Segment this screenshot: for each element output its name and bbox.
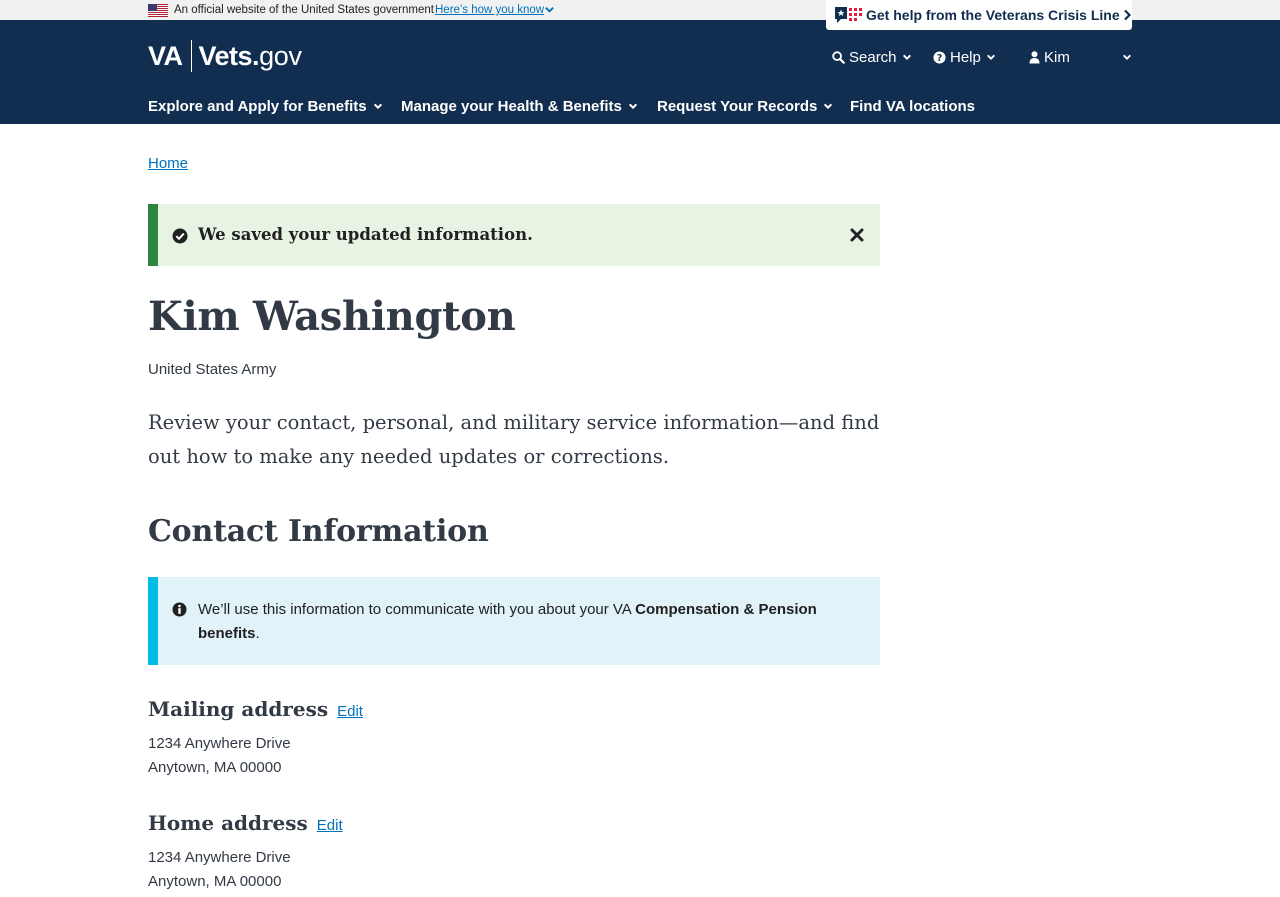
mailing-address-header: Mailing address Edit <box>148 697 363 721</box>
mailing-address: 1234 Anywhere Drive Anytown, MA 00000 <box>148 732 291 780</box>
home-address: 1234 Anywhere Drive Anytown, MA 00000 <box>148 846 291 894</box>
veterans-crisis-line-button[interactable]: Get help from the Veterans Crisis Line <box>826 0 1132 30</box>
logo-vets: Vets. <box>198 40 260 71</box>
mailing-address-title: Mailing address <box>148 697 329 721</box>
profile-intro: Review your contact, personal, and milit… <box>148 411 880 468</box>
mailing-address-line1: 1234 Anywhere Drive <box>148 735 291 752</box>
search-label: Search <box>849 48 897 66</box>
nav-manage-health-benefits[interactable]: Manage your Health & Benefits <box>401 96 638 116</box>
user-name: Kim <box>1044 48 1070 66</box>
chevron-down-icon <box>824 103 833 110</box>
logo-divider <box>190 40 192 72</box>
crisis-line-icon <box>835 7 862 23</box>
svg-text:?: ? <box>937 52 942 63</box>
contact-information-heading: Contact Information <box>148 514 489 549</box>
home-address-header: Home address Edit <box>148 811 343 835</box>
info-text-after: . <box>255 625 260 642</box>
edit-mailing-address-link[interactable]: Edit <box>337 703 363 720</box>
nav-manage-label: Manage your Health & Benefits <box>401 97 622 115</box>
va-vets-gov-logo[interactable]: VA Vets. gov <box>148 39 302 73</box>
search-icon <box>832 50 845 64</box>
user-icon <box>1029 50 1040 63</box>
mailing-address-line2: Anytown, MA 00000 <box>148 759 282 776</box>
help-label: Help <box>950 48 981 66</box>
nav-request-records[interactable]: Request Your Records <box>657 96 833 116</box>
us-flag-icon <box>148 4 168 17</box>
site-header: VA Vets. gov Search ? Help Kim Explore a… <box>0 20 1280 124</box>
chevron-down-icon[interactable] <box>544 4 555 15</box>
nav-explore-label: Explore and Apply for Benefits <box>148 97 367 115</box>
logo-va: VA <box>148 40 183 71</box>
breadcrumb-home[interactable]: Home <box>148 155 188 172</box>
nav-explore-benefits[interactable]: Explore and Apply for Benefits <box>148 96 383 116</box>
nav-find-label: Find VA locations <box>850 97 976 115</box>
chevron-down-icon <box>902 54 911 60</box>
edit-home-address-link[interactable]: Edit <box>317 817 343 834</box>
success-alert: We saved your updated information. <box>148 204 880 266</box>
chevron-down-icon <box>1123 54 1131 60</box>
info-alert: We’ll use this information to communicat… <box>148 577 880 665</box>
official-website-text: An official website of the United States… <box>174 4 434 16</box>
user-menu-button[interactable]: Kim <box>1029 47 1132 67</box>
success-message: We saved your updated information. <box>198 225 533 244</box>
chevron-down-icon <box>986 54 995 60</box>
home-address-line2: Anytown, MA 00000 <box>148 873 282 890</box>
crisis-line-label: Get help from the Veterans Crisis Line <box>866 7 1120 23</box>
help-menu-button[interactable]: ? Help <box>933 47 996 67</box>
info-alert-text: We’ll use this information to communicat… <box>198 598 858 646</box>
search-menu-button[interactable]: Search <box>832 47 912 67</box>
question-circle-icon: ? <box>933 50 946 63</box>
profile-name: Kim Washington <box>148 293 516 340</box>
home-address-title: Home address <box>148 811 308 835</box>
chevron-down-icon <box>373 103 382 110</box>
chevron-right-icon <box>1123 9 1131 21</box>
nav-records-label: Request Your Records <box>657 97 818 115</box>
home-address-line1: 1234 Anywhere Drive <box>148 849 291 866</box>
chevron-down-icon <box>628 103 637 110</box>
info-circle-icon <box>172 602 187 617</box>
nav-find-va-locations[interactable]: Find VA locations <box>850 96 975 116</box>
service-branch: United States Army <box>148 361 277 378</box>
info-text-before: We’ll use this information to communicat… <box>198 601 636 618</box>
close-icon[interactable] <box>850 228 864 242</box>
how-you-know-link[interactable]: Here’s how you know <box>435 3 544 17</box>
logo-gov: gov <box>259 40 302 71</box>
check-circle-icon <box>172 228 188 244</box>
